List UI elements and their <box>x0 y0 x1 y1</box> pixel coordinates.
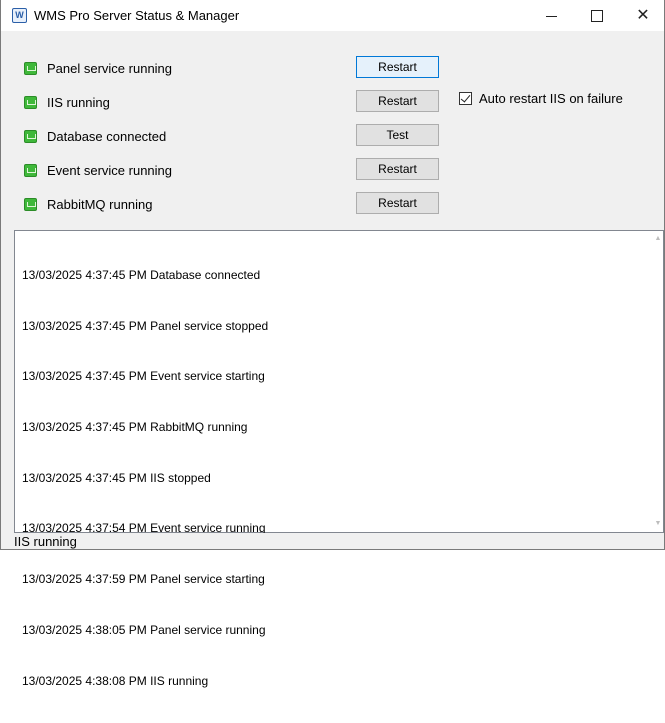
log-line: 13/03/2025 4:38:05 PM Panel service runn… <box>22 622 266 637</box>
service-row-rabbitmq: RabbitMQ running <box>24 194 153 214</box>
minimize-icon <box>545 16 557 17</box>
main-window: W WMS Pro Server Status & Manager ✕ Pane… <box>0 0 665 688</box>
log-line: 13/03/2025 4:37:45 PM Event service star… <box>22 369 265 384</box>
server-status-icon <box>24 95 37 109</box>
title-bar[interactable]: W WMS Pro Server Status & Manager ✕ <box>1 0 664 31</box>
server-status-icon <box>24 61 37 75</box>
service-status-label: RabbitMQ running <box>47 196 153 212</box>
service-row-panel: Panel service running <box>24 58 172 78</box>
log-line: 13/03/2025 4:37:45 PM IIS stopped <box>22 470 211 485</box>
log-lines: 13/03/2025 4:37:45 PM Database connected… <box>22 233 268 723</box>
auto-restart-iis-option[interactable]: Auto restart IIS on failure <box>459 91 623 106</box>
log-line: 13/03/2025 4:37:45 PM RabbitMQ running <box>22 419 248 434</box>
log-line: 13/03/2025 4:37:59 PM Panel service star… <box>22 572 265 587</box>
status-bar: IIS running <box>1 533 664 549</box>
minimize-button[interactable] <box>528 0 574 31</box>
log-line: 13/03/2025 4:37:45 PM Panel service stop… <box>22 318 269 333</box>
service-status-label: Database connected <box>47 128 167 144</box>
restart-rabbitmq-button[interactable]: Restart <box>356 192 439 214</box>
window-title: WMS Pro Server Status & Manager <box>34 8 240 23</box>
status-bar-text: IIS running <box>14 534 77 549</box>
auto-restart-checkbox[interactable] <box>459 92 472 105</box>
close-button[interactable]: ✕ <box>620 0 665 31</box>
service-row-event: Event service running <box>24 160 172 180</box>
app-icon: W <box>12 8 27 23</box>
log-line: 13/03/2025 4:37:45 PM Database connected <box>22 267 261 282</box>
auto-restart-label: Auto restart IIS on failure <box>479 91 623 106</box>
restart-panel-service-button[interactable]: Restart <box>356 56 439 78</box>
server-status-icon <box>24 129 37 143</box>
restart-event-service-button[interactable]: Restart <box>356 158 439 180</box>
service-status-label: Panel service running <box>47 60 173 76</box>
maximize-icon <box>591 9 603 22</box>
log-scrollbar[interactable]: ▲ ▼ <box>653 231 663 532</box>
close-icon: ✕ <box>636 6 650 24</box>
service-row-database: Database connected <box>24 126 166 146</box>
event-log[interactable]: 13/03/2025 4:37:45 PM Database connected… <box>14 230 664 688</box>
service-row-iis: IIS running <box>24 92 110 112</box>
service-status-label: Event service running <box>47 162 173 178</box>
server-status-icon <box>24 163 37 177</box>
test-database-button[interactable]: Test <box>356 124 439 146</box>
log-line: 13/03/2025 4:38:08 PM IIS running <box>22 673 209 688</box>
restart-iis-button[interactable]: Restart <box>356 90 439 112</box>
service-status-label: IIS running <box>47 94 110 110</box>
scroll-up-icon[interactable]: ▲ <box>654 235 662 243</box>
checkmark-icon <box>460 92 471 103</box>
maximize-button[interactable] <box>574 0 620 31</box>
server-status-icon <box>24 197 37 211</box>
scroll-down-icon[interactable]: ▼ <box>654 520 662 528</box>
